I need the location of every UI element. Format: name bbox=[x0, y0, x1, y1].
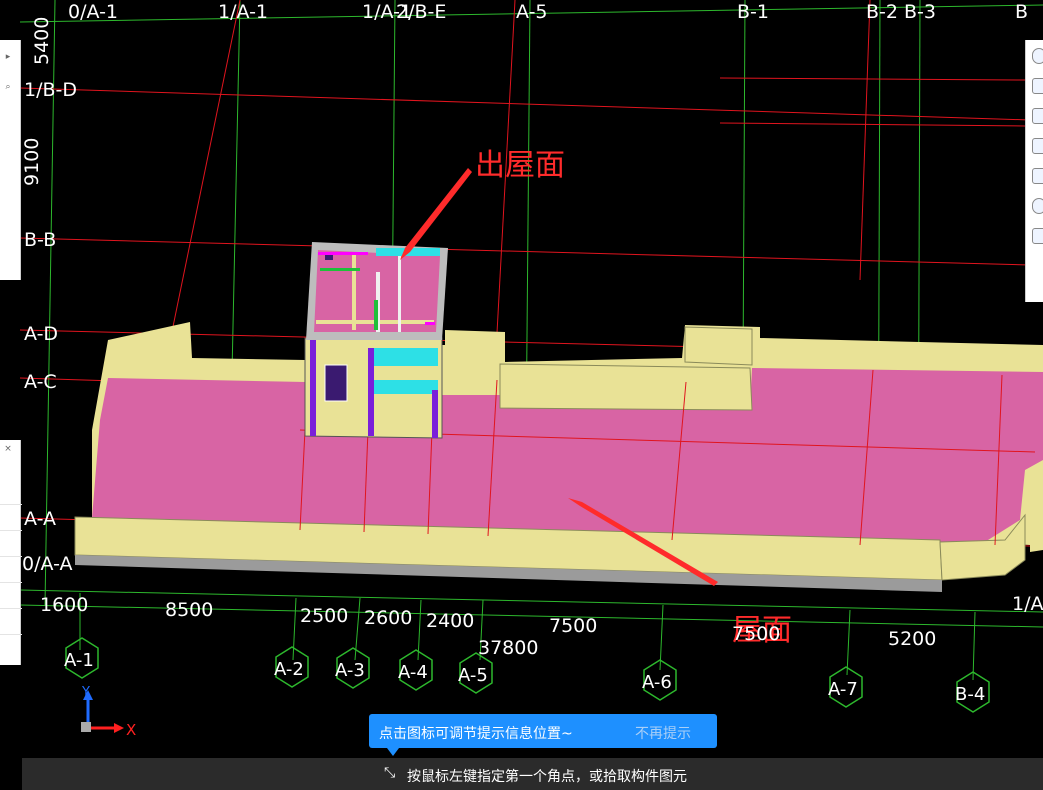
hint-message[interactable]: 点击图标可调节提示信息位置~ bbox=[379, 723, 573, 743]
axis-label-top: 1/A-1 bbox=[218, 1, 268, 23]
axis-label-left: 9100 bbox=[21, 138, 43, 186]
cad-viewport[interactable]: 出屋面 屋面 0/A-1 1/A-1 1/A-1 2/B-E A-5 B-1 B… bbox=[0, 0, 1043, 790]
pick-cursor-icon: ⤡ bbox=[384, 765, 396, 781]
axis-label-left: 1/B-D bbox=[24, 79, 77, 101]
panel-row[interactable] bbox=[0, 532, 22, 557]
axis-label-top: 2/B-E bbox=[396, 1, 446, 23]
left-panel-top: ▸ ⌕ bbox=[0, 40, 21, 280]
axis-bubble-label: A-5 bbox=[458, 665, 488, 686]
dimension-label: 7500 bbox=[732, 623, 780, 645]
view-icon[interactable] bbox=[1032, 48, 1043, 64]
command-prompt: 按鼠标左键指定第一个角点，或拾取构件图元 bbox=[407, 769, 687, 785]
roof-penthouse bbox=[304, 242, 448, 439]
command-status-bar: ⤡ 按鼠标左键指定第一个角点，或拾取构件图元 bbox=[22, 758, 1043, 790]
left-panel-bottom: × bbox=[0, 440, 22, 665]
roof-slab bbox=[74, 322, 1043, 592]
dimension-label: 2400 bbox=[426, 610, 474, 632]
dimension-label: 1600 bbox=[40, 594, 88, 616]
axis-label-left: B-B bbox=[24, 229, 56, 251]
axis-label-top: A-5 bbox=[516, 1, 548, 23]
2d-view-icon[interactable] bbox=[1032, 78, 1043, 94]
dimension-label: 2500 bbox=[300, 605, 348, 627]
hint-tooltip-pointer bbox=[387, 748, 399, 756]
dont-show-again-button[interactable]: 不再提示 bbox=[635, 723, 691, 743]
search-icon[interactable]: ⌕ bbox=[0, 80, 16, 94]
axis-bubble-label: A-2 bbox=[274, 659, 304, 680]
expand-icon[interactable]: ▸ bbox=[0, 50, 16, 64]
top-view-icon[interactable] bbox=[1032, 108, 1043, 124]
close-icon[interactable]: × bbox=[0, 442, 16, 456]
axis-label-left: A-C bbox=[24, 371, 57, 393]
panel-row[interactable] bbox=[0, 558, 22, 583]
rotate-icon[interactable] bbox=[1032, 198, 1043, 214]
panel-row[interactable] bbox=[0, 584, 22, 609]
ucs-y-label: Y bbox=[81, 685, 90, 700]
front-view-icon[interactable] bbox=[1032, 138, 1043, 154]
axis-label-left: 5400 bbox=[31, 17, 53, 65]
dimension-label: 2600 bbox=[364, 607, 412, 629]
axis-bubble-label: B-4 bbox=[955, 684, 985, 705]
axis-label-top: B-3 bbox=[904, 1, 936, 23]
hint-tooltip: 点击图标可调节提示信息位置~ 不再提示 bbox=[369, 714, 717, 756]
panel-row[interactable] bbox=[0, 506, 22, 531]
panel-row[interactable] bbox=[0, 480, 22, 505]
axis-label-top: B bbox=[1015, 1, 1028, 23]
axis-label-top: 0/A-1 bbox=[68, 1, 118, 23]
axis-bubble-label: A-3 bbox=[335, 660, 365, 681]
dimension-label: 7500 bbox=[549, 615, 597, 637]
axis-label-left: A-A bbox=[24, 508, 56, 530]
right-toolbar bbox=[1025, 40, 1043, 302]
dimension-label: 8500 bbox=[165, 599, 213, 621]
axis-bubble-label: A-7 bbox=[828, 679, 858, 700]
axis-bubble-label: A-1 bbox=[64, 650, 94, 671]
side-view-icon[interactable] bbox=[1032, 168, 1043, 184]
panel-row[interactable] bbox=[0, 610, 22, 635]
axis-label-top: B-1 bbox=[737, 1, 769, 23]
list-icon[interactable] bbox=[1032, 228, 1043, 244]
dimension-label: 37800 bbox=[478, 637, 538, 659]
axis-label-right: 1/A bbox=[1012, 593, 1043, 615]
annotation-roof-top: 出屋面 bbox=[475, 148, 565, 183]
axis-label-left: A-D bbox=[24, 323, 58, 345]
ucs-x-label: X bbox=[126, 721, 136, 739]
axis-label-left: 0/A-A bbox=[22, 553, 73, 575]
dimension-label: 5200 bbox=[888, 628, 936, 650]
axis-bubble-label: A-6 bbox=[642, 672, 672, 693]
axis-label-top: B-2 bbox=[866, 1, 898, 23]
axis-bubble-label: A-4 bbox=[398, 662, 428, 683]
